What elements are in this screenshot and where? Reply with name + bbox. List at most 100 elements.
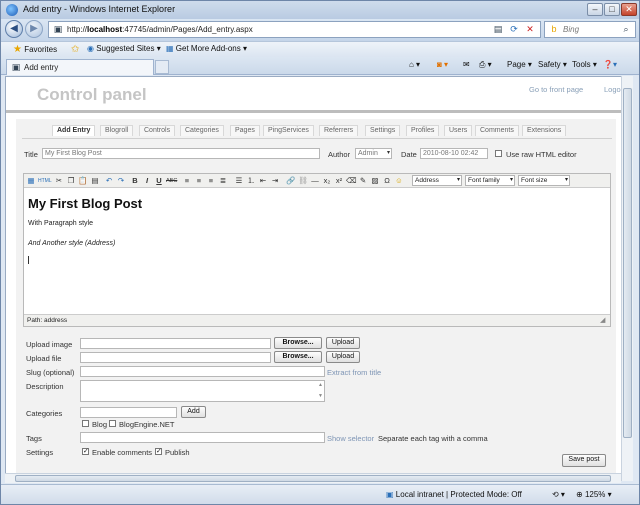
underline-icon[interactable]: U bbox=[154, 176, 164, 186]
new-category-input[interactable] bbox=[80, 407, 177, 418]
upload-file-input[interactable] bbox=[80, 352, 271, 363]
tab-categories[interactable]: Categories bbox=[180, 125, 224, 136]
category-blogengine-checkbox[interactable] bbox=[109, 420, 116, 427]
description-textarea[interactable]: ▲ ▼ bbox=[80, 380, 325, 402]
remove-format-icon[interactable]: ⌫ bbox=[346, 176, 357, 186]
numbered-list-icon[interactable]: ⒈ bbox=[246, 176, 256, 186]
source-icon[interactable]: ▦ bbox=[26, 176, 36, 186]
tab-add-entry[interactable]: Add Entry bbox=[52, 125, 96, 136]
justify-icon[interactable]: ≣ bbox=[218, 176, 228, 186]
favorites-button[interactable]: ★ Favorites bbox=[13, 44, 57, 55]
font-size-select[interactable]: Font size bbox=[518, 175, 570, 186]
print-icon[interactable]: ⎙ ▾ bbox=[479, 60, 492, 70]
security-zone[interactable]: ▣ Local intranet | Protected Mode: Off bbox=[386, 490, 522, 499]
show-selector-link[interactable]: Show selector bbox=[327, 434, 374, 443]
upload-image-button[interactable]: Upload bbox=[326, 337, 360, 349]
tab-pingservices[interactable]: PingServices bbox=[263, 125, 314, 136]
emoticon-icon[interactable]: ☺ bbox=[394, 176, 404, 186]
compatibility-view-icon[interactable]: ▤ bbox=[491, 23, 505, 36]
add-category-button[interactable]: Add bbox=[181, 406, 206, 418]
tab-profiles[interactable]: Profiles bbox=[406, 125, 440, 136]
bold-icon[interactable]: B bbox=[130, 176, 140, 186]
home-icon[interactable]: ⌂ ▾ bbox=[409, 60, 420, 69]
zoom-control[interactable]: ⊕ 125% ▾ bbox=[576, 490, 612, 499]
upload-image-input[interactable] bbox=[80, 338, 271, 349]
tab-controls[interactable]: Controls bbox=[139, 125, 176, 136]
search-box[interactable]: b Bing ⌕ bbox=[544, 21, 636, 38]
tab-settings[interactable]: Settings bbox=[365, 125, 401, 136]
help-icon[interactable]: ❓▾ bbox=[603, 60, 617, 69]
bullet-list-icon[interactable]: ☰ bbox=[234, 176, 244, 186]
tab-comments[interactable]: Comments bbox=[475, 125, 519, 136]
italic-icon[interactable]: I bbox=[142, 176, 152, 186]
feeds-icon[interactable]: ◙ ▾ bbox=[437, 60, 448, 69]
back-icon[interactable]: ◀ bbox=[5, 20, 23, 38]
paste-icon[interactable]: 📋 bbox=[78, 176, 88, 186]
redo-icon[interactable]: ↷ bbox=[116, 176, 126, 186]
tab-extensions[interactable]: Extensions bbox=[522, 125, 567, 136]
logoff-link[interactable]: Logo bbox=[604, 85, 621, 94]
align-center-icon[interactable]: ≡ bbox=[194, 176, 204, 186]
browser-tab-add-entry[interactable]: ▣ Add entry bbox=[6, 59, 154, 75]
font-family-select[interactable]: Font family bbox=[465, 175, 515, 186]
horizontal-rule-icon[interactable]: ― bbox=[310, 176, 320, 186]
suggested-sites-button[interactable]: ◉ Suggested Sites ▾ bbox=[87, 44, 161, 53]
clean-up-icon[interactable]: ✎ bbox=[358, 176, 368, 186]
close-button[interactable]: ✕ bbox=[621, 3, 637, 16]
new-tab-button[interactable] bbox=[155, 60, 169, 74]
html-icon[interactable]: HTML bbox=[38, 176, 52, 186]
add-favorite-icon[interactable]: ✩ bbox=[71, 44, 79, 55]
raw-html-checkbox[interactable] bbox=[495, 150, 502, 157]
strikethrough-icon[interactable]: ABC bbox=[166, 176, 177, 186]
undo-icon[interactable]: ↶ bbox=[104, 176, 114, 186]
save-post-button[interactable]: Save post bbox=[562, 454, 606, 467]
resize-handle-icon[interactable]: ◢ bbox=[600, 316, 605, 324]
horizontal-scroll-thumb[interactable] bbox=[15, 475, 611, 482]
align-right-icon[interactable]: ≡ bbox=[206, 176, 216, 186]
horizontal-scrollbar[interactable] bbox=[5, 473, 621, 483]
vertical-scroll-thumb[interactable] bbox=[623, 88, 632, 438]
superscript-icon[interactable]: x² bbox=[334, 176, 344, 186]
refresh-icon[interactable]: ⟳ bbox=[507, 23, 521, 36]
addon-status-icon[interactable]: ⟲ ▾ bbox=[552, 490, 565, 499]
category-blog-checkbox[interactable] bbox=[82, 420, 89, 427]
upload-image-browse-button[interactable]: Browse... bbox=[274, 337, 322, 349]
outdent-icon[interactable]: ⇤ bbox=[258, 176, 268, 186]
read-mail-icon[interactable]: ✉ bbox=[463, 60, 470, 69]
enable-comments-checkbox[interactable]: ✓ bbox=[82, 448, 89, 455]
forward-icon[interactable]: ▶ bbox=[25, 20, 43, 38]
image-icon[interactable]: ▨ bbox=[370, 176, 380, 186]
publish-checkbox[interactable]: ✓ bbox=[155, 448, 162, 455]
format-select[interactable]: Address bbox=[412, 175, 462, 186]
unlink-icon[interactable]: ⛓ bbox=[298, 176, 308, 186]
cut-icon[interactable]: ✂ bbox=[54, 176, 64, 186]
extract-from-title-link[interactable]: Extract from title bbox=[327, 368, 381, 377]
tools-menu[interactable]: Tools ▾ bbox=[572, 60, 597, 69]
vertical-scrollbar[interactable] bbox=[621, 76, 633, 481]
maximize-button[interactable]: □ bbox=[604, 3, 620, 16]
get-addons-button[interactable]: ▦ Get More Add-ons ▾ bbox=[166, 44, 247, 53]
tab-pages[interactable]: Pages bbox=[230, 125, 260, 136]
page-menu[interactable]: Page ▾ bbox=[507, 60, 532, 69]
front-page-link[interactable]: Go to front page bbox=[529, 85, 583, 94]
upload-file-button[interactable]: Upload bbox=[326, 351, 360, 363]
indent-icon[interactable]: ⇥ bbox=[270, 176, 280, 186]
title-input[interactable]: My First Blog Post bbox=[42, 148, 320, 159]
link-icon[interactable]: 🔗 bbox=[286, 176, 296, 186]
tab-referrers[interactable]: Referrers bbox=[319, 125, 359, 136]
stop-icon[interactable]: ✕ bbox=[523, 23, 537, 36]
author-select[interactable]: Admin ▾ bbox=[355, 148, 392, 159]
paste-word-icon[interactable]: ▤ bbox=[90, 176, 100, 186]
copy-icon[interactable]: ❐ bbox=[66, 176, 76, 186]
minimize-button[interactable]: – bbox=[587, 3, 603, 16]
subscript-icon[interactable]: x₂ bbox=[322, 176, 332, 186]
upload-file-browse-button[interactable]: Browse... bbox=[274, 351, 322, 363]
safety-menu[interactable]: Safety ▾ bbox=[538, 60, 567, 69]
tags-input[interactable] bbox=[80, 432, 325, 443]
tab-blogroll[interactable]: Blogroll bbox=[100, 125, 134, 136]
search-icon[interactable]: ⌕ bbox=[619, 23, 633, 36]
date-input[interactable]: 2010-08-10 02:42 bbox=[420, 148, 488, 159]
align-left-icon[interactable]: ≡ bbox=[182, 176, 192, 186]
slug-input[interactable] bbox=[80, 366, 325, 377]
special-char-icon[interactable]: Ω bbox=[382, 176, 392, 186]
